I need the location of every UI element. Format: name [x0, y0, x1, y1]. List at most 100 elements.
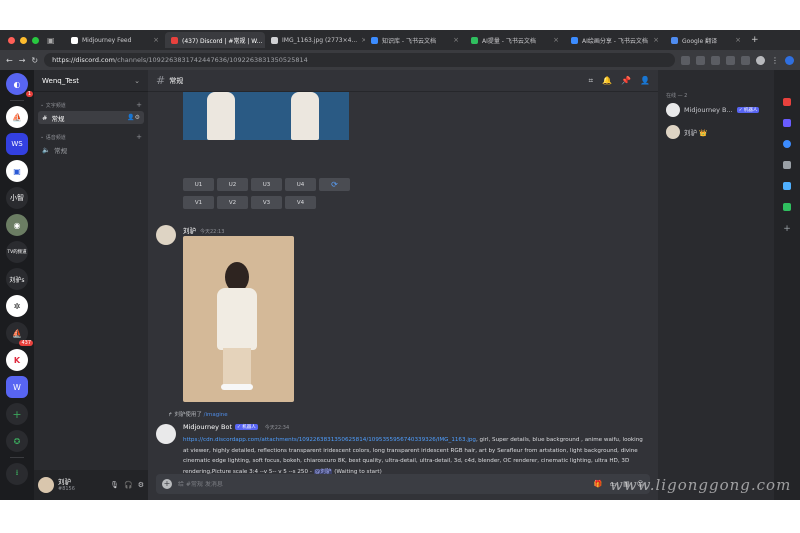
extension-icon[interactable]	[711, 55, 720, 65]
microphone-icon[interactable]: 🎙	[110, 481, 119, 489]
extension-icon[interactable]	[783, 140, 791, 148]
server-header[interactable]: Wenq_Test ⌄	[34, 70, 148, 92]
bell-icon[interactable]: 🔔	[602, 76, 612, 86]
browser-tab[interactable]: 知识库 - 飞书云文档 ×	[365, 32, 465, 48]
speaker-icon: 🔈	[42, 145, 51, 154]
channel-item-general[interactable]: # 常规 👤⚙	[38, 111, 144, 124]
reload-icon[interactable]: ↻	[31, 56, 38, 65]
browser-tab[interactable]: Google 翻译 ×	[665, 32, 747, 48]
browser-tab[interactable]: IMG_1163.jpg (2773×4... ×	[265, 32, 365, 48]
upscale-button[interactable]: U4	[285, 178, 316, 191]
add-server-icon[interactable]: +	[6, 403, 28, 425]
message-input[interactable]	[178, 480, 588, 488]
pin-icon[interactable]: 📌	[621, 76, 631, 86]
reply-reference[interactable]: ↱ 刘驴使用了 /imagine	[168, 410, 228, 418]
extension-icon[interactable]	[696, 55, 705, 65]
divider	[10, 457, 24, 458]
new-tab-icon[interactable]: +	[751, 35, 759, 45]
address-bar[interactable]: https://discord.com/channels/10922638317…	[44, 53, 675, 67]
sidebar-toggle-icon[interactable]: ▣	[47, 36, 65, 45]
variation-button[interactable]: V4	[285, 196, 316, 209]
minimize-window-button[interactable]	[20, 36, 27, 44]
uploaded-photo[interactable]	[183, 236, 294, 402]
gift-icon[interactable]: 🎁	[594, 480, 603, 488]
extension-icon[interactable]	[741, 55, 750, 65]
browser-tab-active[interactable]: (437) Discord | #常规 | W...×	[165, 32, 265, 48]
message-author[interactable]: 刘驴	[183, 227, 196, 235]
avatar[interactable]	[156, 225, 176, 245]
avatar[interactable]	[156, 424, 176, 444]
sailboat-server-icon[interactable]: ⛵	[6, 106, 28, 128]
assistant-extension-icon[interactable]	[785, 55, 794, 65]
tab-favicon-icon	[671, 36, 678, 44]
server-liu[interactable]: 刘驴s	[6, 268, 28, 290]
reroll-icon[interactable]: ⟳	[319, 178, 350, 191]
close-tab-icon[interactable]: ×	[153, 36, 159, 44]
chevron-down-icon: ⌄	[40, 134, 45, 140]
add-channel-icon[interactable]: +	[136, 101, 142, 109]
extension-icon[interactable]	[681, 55, 690, 65]
menu-dots-icon[interactable]: ⋮	[771, 56, 779, 65]
image-server-icon[interactable]: ◉	[6, 214, 28, 236]
gear-icon[interactable]: ⚙	[138, 481, 144, 489]
monitor-server-icon[interactable]: ▣	[6, 160, 28, 182]
back-arrow-icon[interactable]: ←	[6, 56, 13, 65]
member-item[interactable]: 刘驴 👑	[658, 121, 774, 143]
variation-button[interactable]: V2	[217, 196, 248, 209]
variation-button[interactable]: V1	[183, 196, 214, 209]
message-timestamp: 今天22:13	[200, 229, 225, 235]
headphones-icon[interactable]: 🎧	[124, 481, 133, 489]
browser-toolbar: ← → ↻ https://discord.com/channels/10922…	[0, 50, 800, 70]
openai-server-icon[interactable]: ✲	[6, 295, 28, 317]
voice-channel-general[interactable]: 🔈 常规	[38, 143, 144, 156]
member-list-icon[interactable]: 👤	[640, 76, 650, 86]
extension-icon[interactable]	[783, 98, 791, 106]
upscale-button[interactable]: U3	[251, 178, 282, 191]
upscale-button[interactable]: U1	[183, 178, 214, 191]
avatar[interactable]	[38, 477, 54, 493]
extension-icon[interactable]	[783, 119, 791, 127]
close-window-button[interactable]	[8, 36, 15, 44]
close-tab-icon[interactable]: ×	[735, 36, 741, 44]
upload-plus-icon[interactable]: +	[162, 479, 172, 489]
threads-icon[interactable]: ⌗	[589, 76, 594, 86]
profile-avatar-icon[interactable]	[756, 55, 765, 65]
download-icon[interactable]: ⭳	[6, 463, 28, 485]
server-w[interactable]: W	[6, 376, 28, 398]
server-xiao[interactable]: 小智	[6, 187, 28, 209]
extension-icon[interactable]	[783, 182, 791, 190]
category-voice-channels[interactable]: ⌄ 语音频道 +	[34, 124, 148, 143]
browser-tab[interactable]: Midjourney Feed ×	[65, 32, 165, 48]
chevron-down-icon: ⌄	[40, 102, 45, 108]
close-tab-icon[interactable]: ×	[653, 36, 659, 44]
server-video[interactable]: TV的频道	[6, 241, 28, 263]
avatar	[666, 103, 680, 117]
avatar	[666, 125, 680, 139]
k-server-icon[interactable]: K	[6, 349, 28, 371]
browser-tab[interactable]: AI绘画分享 - 飞书云文档 ×	[565, 32, 665, 48]
variation-button[interactable]: V3	[251, 196, 282, 209]
message-author[interactable]: Midjourney Bot	[183, 423, 232, 431]
extension-icon[interactable]	[783, 203, 791, 211]
close-tab-icon[interactable]: ×	[453, 36, 459, 44]
add-channel-icon[interactable]: +	[136, 133, 142, 141]
extension-icon[interactable]	[726, 55, 735, 65]
member-item[interactable]: Midjourney B... ✓ 机器人	[658, 99, 774, 121]
close-tab-icon[interactable]: ×	[553, 36, 559, 44]
explore-compass-icon[interactable]: ✪	[6, 430, 28, 452]
forward-arrow-icon[interactable]: →	[19, 56, 26, 65]
generated-image-grid[interactable]	[183, 92, 349, 140]
category-text-channels[interactable]: ⌄ 文字频道 +	[34, 92, 148, 111]
browser-tab[interactable]: AI提量 - 飞书云文档 ×	[465, 32, 565, 48]
channel-settings-icon[interactable]: 👤⚙	[127, 114, 140, 121]
discord-home-icon[interactable]: ◐ 1	[6, 73, 33, 97]
sailboat-server-icon[interactable]: ⛵ 437	[6, 322, 33, 346]
page-title: 常规	[169, 76, 184, 85]
extension-icon[interactable]	[783, 161, 791, 169]
attachment-link[interactable]: https://cdn.discordapp.com/attachments/1…	[183, 437, 476, 443]
upscale-button[interactable]: U2	[217, 178, 248, 191]
add-icon[interactable]: +	[783, 224, 791, 234]
ws-server-icon[interactable]: WS	[6, 133, 28, 155]
bot-badge: ✓ 机器人	[736, 107, 760, 113]
maximize-window-button[interactable]	[32, 36, 39, 44]
